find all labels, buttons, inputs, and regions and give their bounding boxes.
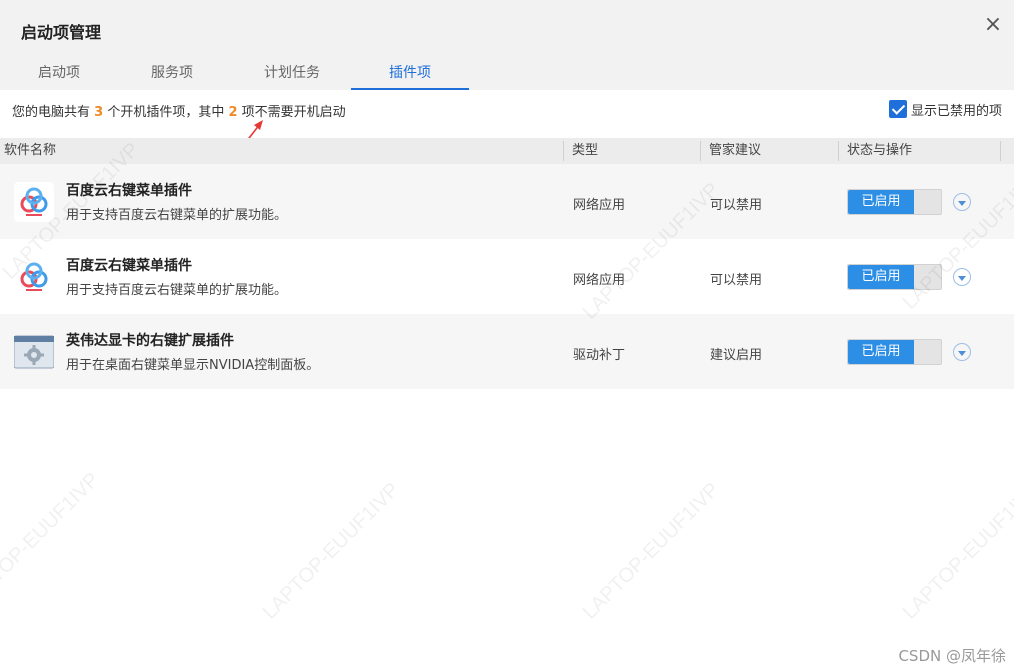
plugin-advice: 可以禁用 [710,198,763,213]
column-header-advice[interactable]: 管家建议 [705,138,761,164]
status-toggle-label: 已启用 [848,265,914,289]
plugin-advice: 可以禁用 [710,273,763,288]
table-row[interactable]: 英伟达显卡的右键扩展插件 用于在桌面右键菜单显示NVIDIA控制面板。 驱动补丁… [0,314,1014,389]
watermark: LAPTOP-EUUF1IVP [0,468,104,614]
table-row[interactable]: 百度云右键菜单插件 用于支持百度云右键菜单的扩展功能。 网络应用 可以禁用 已启… [0,164,1014,239]
column-header-name[interactable]: 软件名称 [0,138,56,164]
table-row[interactable]: 百度云右键菜单插件 用于支持百度云右键菜单的扩展功能。 网络应用 可以禁用 已启… [0,239,1014,314]
close-icon[interactable]: × [982,14,1004,36]
column-divider [1000,141,1001,161]
tab-scheduled-tasks[interactable]: 计划任务 [233,56,351,90]
plugin-type: 驱动补丁 [573,348,626,363]
plugin-description: 用于支持百度云右键菜单的扩展功能。 [66,208,288,223]
watermark: LAPTOP-EUUF1IVP [898,478,1014,624]
plugin-description: 用于支持百度云右键菜单的扩展功能。 [66,283,288,298]
tab-services[interactable]: 服务项 [113,56,231,90]
tab-plugins[interactable]: 插件项 [351,56,469,90]
checkbox-checked-icon[interactable] [888,100,907,118]
watermark: LAPTOP-EUUF1IVP [578,478,724,624]
summary-total-count: 3 [94,105,104,120]
plugin-type: 网络应用 [573,273,626,288]
status-toggle[interactable]: 已启用 [847,339,942,365]
status-toggle[interactable]: 已启用 [847,264,942,290]
window-title: 启动项管理 [21,23,102,42]
chevron-down-icon[interactable] [953,343,971,361]
tab-bar: 启动项 服务项 计划任务 插件项 [0,56,1014,90]
settings-window-icon [14,335,54,369]
plugin-name: 百度云右键菜单插件 [66,258,192,274]
baidu-cloud-icon [14,257,54,297]
csdn-credit: CSDN @凤年徐 [898,647,1006,665]
title-bar: 启动项管理 × [0,0,1014,56]
chevron-down-icon[interactable] [953,268,971,286]
summary-prefix: 您的电脑共有 [12,105,95,120]
column-divider [838,141,839,161]
plugin-description: 用于在桌面右键菜单显示NVIDIA控制面板。 [66,358,320,373]
plugin-advice: 建议启用 [710,348,763,363]
summary-middle: 个开机插件项，其中 [103,105,229,120]
plugin-name: 百度云右键菜单插件 [66,183,192,199]
column-header-type[interactable]: 类型 [568,138,598,164]
column-header-status[interactable]: 状态与操作 [843,138,912,164]
show-disabled-checkbox[interactable]: 显示已禁用的项 [888,99,1002,119]
baidu-cloud-icon [14,182,54,222]
status-toggle-label: 已启用 [848,190,914,214]
plugin-type: 网络应用 [573,198,626,213]
status-toggle[interactable]: 已启用 [847,189,942,215]
chevron-down-icon[interactable] [953,193,971,211]
show-disabled-label: 显示已禁用的项 [910,103,1002,119]
plugin-name: 英伟达显卡的右键扩展插件 [66,333,234,349]
tab-startup[interactable]: 启动项 [0,56,118,90]
column-divider [700,141,701,161]
plugin-list: 百度云右键菜单插件 用于支持百度云右键菜单的扩展功能。 网络应用 可以禁用 已启… [0,164,1014,389]
table-header: 软件名称 类型 管家建议 状态与操作 [0,138,1014,164]
summary-text: 您的电脑共有 3 个开机插件项，其中 2 项不需要开机启动 [12,101,346,120]
watermark: LAPTOP-EUUF1IVP [258,478,404,624]
status-toggle-label: 已启用 [848,340,914,364]
column-divider [563,141,564,161]
